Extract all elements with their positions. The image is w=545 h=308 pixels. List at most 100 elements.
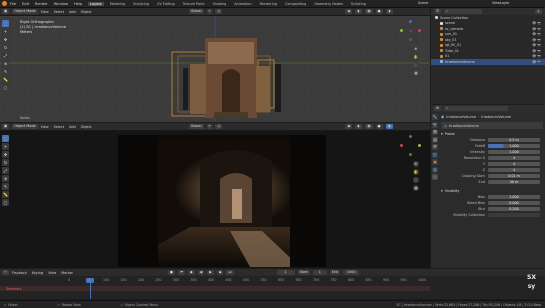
camera-view-icon[interactable]: 🎥 (413, 62, 419, 68)
record-icon[interactable]: ● (167, 270, 175, 275)
visibility-toggle-icon[interactable]: 👁 📷 (532, 54, 541, 58)
snap-icon[interactable]: ⌖ (206, 9, 213, 14)
shading-solid-icon-2[interactable]: ● (375, 124, 383, 129)
orientation-select[interactable]: Global (188, 9, 204, 14)
add-cube-icon-2[interactable]: ▢ (2, 199, 9, 206)
property-value-field[interactable]: 1.000 (488, 143, 540, 149)
tab-scripting[interactable]: Scripting (349, 2, 368, 6)
tab-rendering[interactable]: Rendering (258, 2, 279, 6)
scale-icon[interactable]: ⤢ (2, 52, 9, 59)
datablock-selector[interactable]: ◎ IrradianceVolume (441, 122, 543, 129)
add-cube-icon[interactable]: ▢ (2, 84, 9, 91)
prev-key-icon[interactable]: ◆ (188, 270, 195, 275)
select-box-icon[interactable]: ⬚ (2, 20, 9, 27)
move-icon-2[interactable]: ✥ (2, 151, 9, 158)
probe-data-tab-icon[interactable]: ◎ (432, 174, 438, 180)
blender-logo-icon[interactable] (2, 1, 7, 6)
menu-select[interactable]: Select (54, 10, 64, 14)
snap-icon-2[interactable]: ⌖ (206, 124, 213, 129)
menu-select-2[interactable]: Select (54, 125, 64, 129)
visibility-toggle-icon[interactable]: 👁 📷 (532, 60, 541, 64)
current-frame-field[interactable]: 1 (276, 270, 295, 275)
zoom-icon[interactable]: ⊕ (413, 46, 419, 52)
properties-editor-icon[interactable]: ⚙ (434, 106, 442, 111)
property-value-field[interactable]: 0.01 m (488, 173, 540, 179)
output-tab-icon[interactable]: 🖨 (432, 129, 438, 135)
cursor-icon[interactable]: + (2, 28, 9, 35)
world-tab-icon[interactable]: 🌐 (432, 151, 438, 158)
constraints-tab-icon[interactable]: ⛓ (432, 166, 438, 173)
menu-object-2[interactable]: Object (81, 125, 92, 129)
transform-icon[interactable]: ⊕ (2, 60, 9, 67)
navigation-gizmo[interactable] (400, 20, 422, 42)
editor-type-button[interactable]: ▣ (2, 9, 10, 14)
zoom-icon-2[interactable]: ⊕ (413, 161, 419, 167)
pan-hand-icon-2[interactable]: ✋ (413, 169, 419, 175)
viewport-top[interactable]: ▣ Object Mode View Select Add Object Glo… (0, 8, 430, 122)
overlay-icon-2[interactable]: ◐ (355, 124, 363, 129)
jump-start-icon[interactable]: ⏮ (177, 270, 185, 275)
viewport-bottom[interactable]: ▣ Object Mode View Select Add Object Glo… (0, 123, 430, 268)
play-icon[interactable]: ▶ (207, 270, 214, 275)
xray-icon-2[interactable]: ▦ (365, 124, 373, 129)
visibility-toggle-icon[interactable]: 👁 📷 (532, 49, 541, 53)
jump-end-icon[interactable]: ⏭ (226, 270, 234, 275)
menu-keying[interactable]: Keying (32, 271, 43, 275)
proportional-icon-2[interactable]: ◎ (215, 124, 223, 129)
property-value-field[interactable]: 0.200 (488, 206, 540, 212)
orientation-select-2[interactable]: Global (188, 124, 204, 129)
tab-uv-editing[interactable]: UV Editing (155, 2, 177, 6)
tab-layout[interactable]: Layout (88, 1, 104, 6)
shading-rendered-icon[interactable]: ◑ (385, 124, 393, 129)
move-icon[interactable]: ✥ (2, 36, 9, 43)
menu-window[interactable]: Window (54, 2, 68, 6)
property-value-field[interactable]: 40 m (488, 179, 540, 185)
annotate-icon[interactable]: ✎ (2, 68, 9, 75)
outliner-item[interactable]: IrradianceVolume 👁 📷 (431, 59, 545, 65)
menu-view-2[interactable]: View (41, 125, 49, 129)
menu-help[interactable]: Help (74, 2, 82, 6)
overlay-icon[interactable]: ◐ (355, 9, 363, 14)
camera-view-icon-2[interactable]: 🎥 (413, 177, 419, 183)
visibility-icon[interactable]: ◉ (345, 9, 353, 14)
property-value-field[interactable]: 4 (488, 161, 540, 167)
object-tab-icon[interactable]: ▣ (432, 159, 438, 165)
tab-sculpting[interactable]: Sculpting (131, 2, 151, 6)
outliner-search-input[interactable]: ⌕ (444, 9, 483, 14)
xray-icon[interactable]: ▦ (365, 9, 373, 14)
measure-icon[interactable]: 📏 (2, 76, 9, 83)
tab-texture-paint[interactable]: Texture Paint (181, 2, 207, 6)
select-box-icon-2[interactable]: ⬚ (2, 135, 9, 142)
pan-hand-icon[interactable]: ✋ (413, 54, 419, 60)
shading-material-icon[interactable]: ◑ (385, 9, 393, 14)
grid-icon-2[interactable]: ▦ (413, 185, 419, 191)
visibility-collection-field[interactable] (488, 212, 540, 218)
filter-icon[interactable]: ⏚ (534, 9, 542, 14)
timeline-editor-icon[interactable]: ⏱ (2, 270, 9, 275)
visibility-toggle-icon[interactable]: 👁 📷 (532, 21, 541, 25)
outliner-editor-icon[interactable]: ☰ (434, 9, 442, 14)
viewlayer-selector[interactable]: ViewLayer (492, 1, 510, 5)
menu-view[interactable]: View (41, 10, 49, 14)
render-tab-icon[interactable]: 📷 (432, 121, 438, 128)
menu-marker[interactable]: Marker (61, 271, 73, 275)
scene-selector[interactable]: Scene (418, 1, 428, 5)
rotate-icon-2[interactable]: ↻ (2, 159, 9, 166)
cursor-icon-2[interactable]: + (2, 143, 9, 150)
tab-shading[interactable]: Shading (211, 2, 229, 6)
property-value-field[interactable]: 1.000 (488, 194, 540, 200)
tab-geometry-nodes[interactable]: Geometry Nodes (312, 2, 345, 6)
timeline-ruler[interactable]: 0501001502002503003504004505005506006507… (0, 278, 430, 284)
scene-tab-icon[interactable]: 🎬 (432, 144, 438, 150)
menu-playback[interactable]: Playback (12, 271, 27, 275)
proportional-icon[interactable]: ◎ (215, 9, 223, 14)
menu-file[interactable]: File (10, 2, 16, 6)
tab-compositing[interactable]: Compositing (283, 2, 308, 6)
property-value-field[interactable]: 0.5 m (488, 137, 540, 143)
visibility-toggle-icon[interactable]: 👁 📷 (532, 43, 541, 47)
next-key-icon[interactable]: ◆ (216, 270, 224, 275)
transform-icon-2[interactable]: ⊕ (2, 175, 9, 182)
visibility-icon-2[interactable]: ◉ (345, 124, 353, 129)
property-value-field[interactable]: 4 (488, 155, 540, 161)
tool-tab-icon[interactable]: 🔧 (432, 114, 438, 120)
